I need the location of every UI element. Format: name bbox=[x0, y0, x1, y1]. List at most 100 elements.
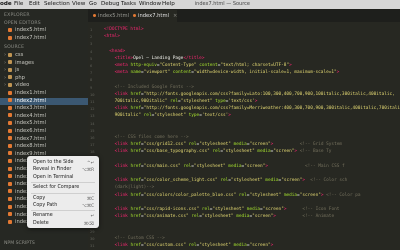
folder-item[interactable]: › js bbox=[0, 67, 88, 75]
code-token: media bbox=[233, 214, 250, 220]
close-icon[interactable]: × bbox=[173, 13, 177, 19]
menu-app[interactable]: ode bbox=[0, 0, 12, 9]
npm-scripts-heading[interactable]: NPM SCRIPTS bbox=[4, 241, 35, 246]
code-line: <link href="css/custom.css" rel="stylesh… bbox=[104, 242, 274, 249]
code-line: <link href="http://fonts.googleapis.com/… bbox=[104, 91, 395, 98]
code-line: <link href="css/grid12.css" rel="stylesh… bbox=[104, 141, 342, 148]
menu-debug[interactable]: Debug bbox=[101, 0, 119, 9]
code-editor[interactable]: <!DOCTYPE html> <html> <head> <title>Opel… bbox=[104, 26, 400, 250]
shortcut-hint: ↵ bbox=[90, 213, 94, 219]
file-item[interactable]: index1.html bbox=[0, 90, 88, 98]
open-editor-item[interactable]: index7.html bbox=[0, 35, 88, 43]
menu-separator bbox=[31, 210, 95, 212]
code-line: <link href="css/rapid-icons.css" rel="st… bbox=[104, 206, 340, 213]
code-token: "css/grid12.css" bbox=[143, 142, 186, 148]
folder-item[interactable]: › images bbox=[0, 60, 88, 68]
file-item[interactable]: index8.html bbox=[0, 143, 88, 151]
tab-label: index5.html bbox=[98, 13, 129, 19]
menu-file[interactable]: File bbox=[14, 0, 23, 9]
folder-item[interactable]: › php bbox=[0, 75, 88, 83]
code-token: "stylesheet" bbox=[230, 178, 263, 184]
line-number: 14 bbox=[90, 120, 95, 126]
tab-bar: index5.html index7.html × bbox=[88, 9, 400, 22]
project-heading[interactable]: SOURCE bbox=[4, 45, 24, 50]
code-token: <title> bbox=[104, 55, 134, 61]
code-token: content bbox=[196, 63, 218, 68]
code-line: <link href="css/animate.css" rel="styles… bbox=[104, 213, 335, 220]
context-menu-item[interactable]: Reveal in Finder bbox=[33, 166, 71, 173]
file-item[interactable]: index5.html bbox=[0, 120, 88, 128]
line-number: 13 bbox=[90, 113, 95, 119]
folder-item[interactable]: › video bbox=[0, 82, 88, 90]
code-line: <link href="http://fonts.googleapis.com/… bbox=[104, 105, 400, 112]
code-token: href bbox=[130, 214, 142, 220]
html-file-icon bbox=[8, 113, 12, 118]
file-item[interactable]: index6.html bbox=[0, 128, 88, 136]
context-menu-item[interactable]: Open to the Side bbox=[33, 159, 73, 166]
line-number: 2 bbox=[90, 34, 93, 40]
code-line: <html> bbox=[104, 33, 120, 40]
menu-go[interactable]: Go bbox=[89, 0, 97, 9]
chevron-right-icon: › bbox=[4, 82, 7, 89]
code-token: <!-- Base Ty bbox=[297, 149, 332, 155]
line-number: 7 bbox=[90, 70, 93, 76]
code-token: rel bbox=[209, 149, 221, 155]
html-file-icon bbox=[8, 35, 12, 40]
context-menu-item[interactable]: Copy Path bbox=[33, 202, 57, 209]
code-token: "stylesheet" bbox=[201, 214, 234, 220]
file-item[interactable]: index3.html bbox=[0, 105, 88, 113]
code-token: <!-- Color sch bbox=[305, 178, 348, 184]
code-token: <link bbox=[104, 243, 131, 248]
code-line: <link href="css/color_scheme_light.css" … bbox=[104, 177, 348, 184]
folder-icon bbox=[8, 52, 13, 57]
file-item[interactable]: index2.html bbox=[0, 97, 88, 106]
context-menu-item[interactable]: Open in Terminal bbox=[33, 174, 74, 181]
code-token: rel bbox=[236, 192, 247, 198]
shortcut-hint: ⌘⌫ bbox=[83, 220, 94, 226]
code-token: "viewport" bbox=[143, 70, 171, 76]
html-file-icon bbox=[8, 204, 12, 209]
code-token: rel bbox=[199, 207, 210, 212]
code-token: <link bbox=[104, 142, 131, 148]
code-token: media bbox=[262, 178, 279, 184]
open-editors-heading[interactable]: OPEN EDITORS bbox=[4, 21, 41, 26]
html-file-icon bbox=[8, 158, 12, 163]
code-token: <!-- Grid System bbox=[273, 142, 343, 148]
open-editor-item[interactable]: index5.html bbox=[0, 27, 88, 35]
code-token: "css/custom.css" bbox=[143, 243, 186, 248]
file-item[interactable]: index4.html bbox=[0, 113, 88, 121]
context-menu-item[interactable]: Select for Compare bbox=[33, 184, 79, 191]
menu-window[interactable]: Window bbox=[139, 0, 161, 9]
menu-bar: ode File Edit Selection View Go Debug Ta… bbox=[0, 0, 400, 9]
file-label: index1.html bbox=[15, 90, 46, 96]
code-token: "stylesheet" bbox=[249, 192, 282, 198]
menu-help[interactable]: Help bbox=[162, 0, 175, 9]
code-token: href bbox=[130, 149, 142, 155]
html-file-icon bbox=[8, 166, 12, 171]
menu-edit[interactable]: Edit bbox=[29, 0, 40, 9]
code-token: <!DOCTYPE html> bbox=[104, 27, 144, 32]
code-token: "width=device-width, initial-scale=1, ma… bbox=[193, 70, 337, 76]
context-menu-item[interactable]: Rename bbox=[33, 212, 53, 219]
html-file-icon bbox=[8, 174, 12, 179]
line-number: 11 bbox=[90, 99, 95, 104]
html-file-icon bbox=[8, 120, 12, 125]
code-token: rel bbox=[167, 99, 179, 104]
menu-view[interactable]: View bbox=[72, 0, 85, 9]
line-number: 30 bbox=[90, 235, 95, 241]
context-menu-item[interactable]: Delete bbox=[33, 220, 49, 227]
file-item[interactable]: index7.html bbox=[0, 136, 88, 144]
file-label: index8.html bbox=[15, 143, 46, 150]
folder-label: php bbox=[15, 74, 25, 81]
menu-tasks[interactable]: Tasks bbox=[121, 0, 136, 9]
code-token: name bbox=[130, 70, 142, 76]
context-menu-item[interactable]: Copy bbox=[33, 195, 45, 202]
code-token: type bbox=[185, 113, 200, 119]
tab-index7[interactable]: index7.html × bbox=[130, 10, 177, 22]
code-token: rel bbox=[141, 113, 152, 119]
folder-item[interactable]: › css bbox=[0, 52, 88, 60]
menu-selection[interactable]: Selection bbox=[44, 0, 70, 9]
chevron-right-icon: › bbox=[4, 74, 7, 81]
tab-index5[interactable]: index5.html bbox=[90, 10, 129, 22]
code-token: "Content-Type" bbox=[159, 63, 197, 68]
